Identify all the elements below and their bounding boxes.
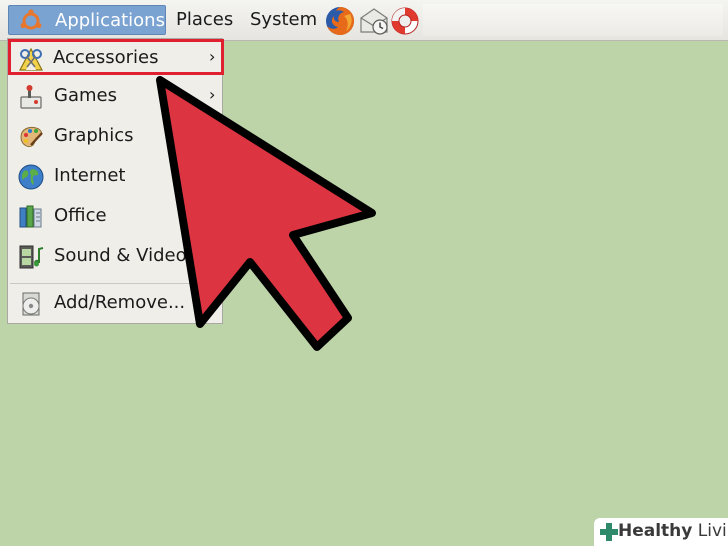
accessories-icon [19, 47, 43, 71]
internet-icon [18, 164, 44, 190]
menu-separator [10, 283, 220, 284]
add-remove-icon [22, 292, 40, 316]
watermark-text: Healthy Living [618, 521, 728, 541]
menu-item-label: Games [54, 85, 117, 106]
menu-item-accessories[interactable]: Accessories › [8, 39, 224, 75]
menu-item-graphics[interactable]: Graphics [9, 119, 221, 155]
menu-item-add-remove[interactable]: Add/Remove... [9, 286, 221, 322]
menu-item-internet[interactable]: Internet [9, 159, 221, 195]
games-icon [20, 85, 42, 109]
menu-item-games[interactable]: Games › [9, 79, 221, 115]
applications-dropdown-menu: Accessories › Games › Graphics Internet … [7, 38, 224, 324]
menu-item-label: Sound & Video [54, 245, 187, 266]
graphics-icon [20, 126, 43, 148]
menu-item-label: Accessories [53, 47, 159, 68]
healthy-living-watermark: Healthy Living [594, 518, 728, 546]
mail-icon[interactable] [358, 5, 390, 37]
menu-item-label: Add/Remove... [54, 292, 186, 313]
menu-item-office[interactable]: Office [9, 199, 221, 235]
menu-item-sound-video[interactable]: Sound & Video [9, 239, 221, 275]
places-menu-label: Places [176, 9, 234, 30]
places-menu-button[interactable]: Places [170, 5, 239, 35]
applications-menu-label: Applications [55, 10, 165, 31]
sound-video-icon [19, 245, 44, 269]
menu-item-label: Office [54, 205, 107, 226]
help-lifebuoy-icon[interactable] [389, 5, 421, 37]
menu-item-label: Internet [54, 165, 126, 186]
ubuntu-logo-icon [20, 9, 42, 30]
firefox-icon[interactable] [324, 5, 356, 37]
top-panel: Applications Places System [0, 0, 728, 41]
applications-menu-button[interactable]: Applications [8, 5, 166, 35]
plus-logo-icon [600, 523, 618, 541]
submenu-arrow-icon: › [209, 47, 216, 66]
menu-item-label: Graphics [54, 125, 134, 146]
system-menu-button[interactable]: System [244, 5, 323, 35]
panel-background [423, 4, 723, 36]
system-menu-label: System [250, 9, 318, 30]
submenu-arrow-icon: › [209, 85, 216, 104]
office-icon [19, 205, 42, 228]
